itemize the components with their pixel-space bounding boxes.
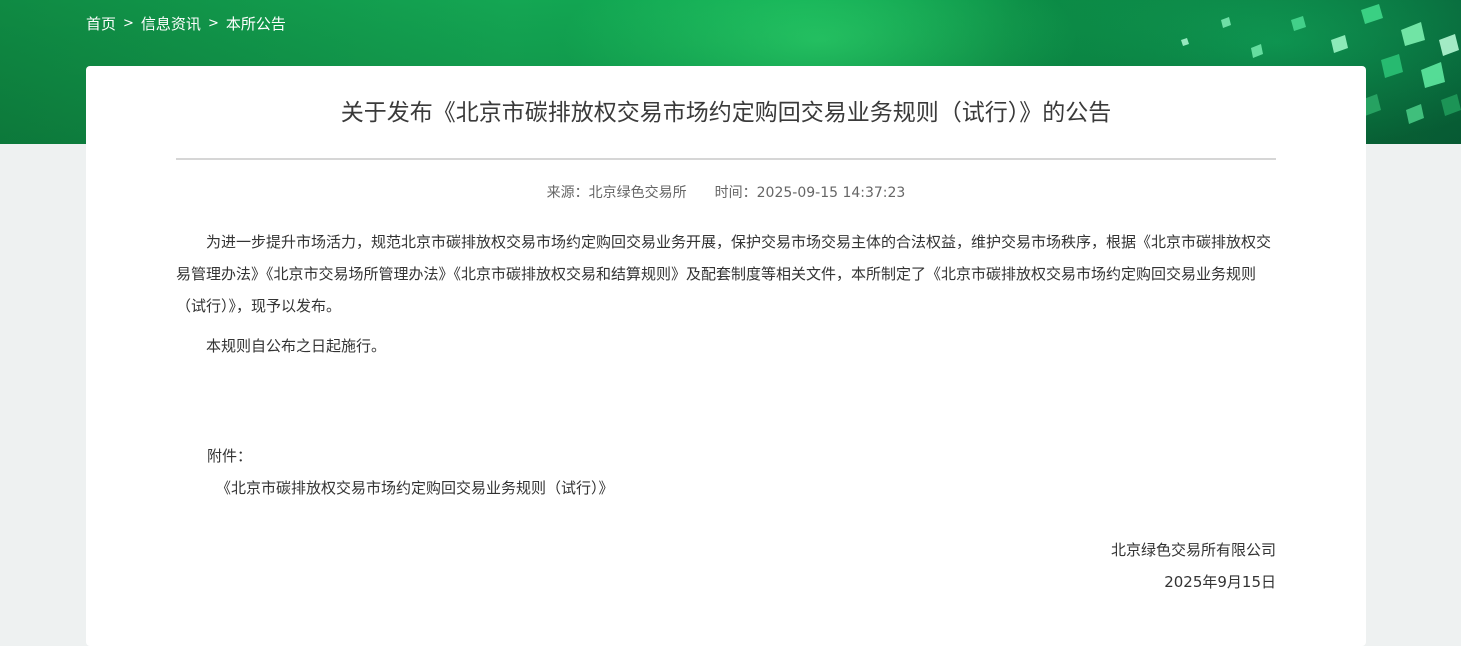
- breadcrumb-news-link[interactable]: 信息资讯: [141, 13, 201, 34]
- source-value: 北京绿色交易所: [588, 185, 687, 201]
- body-paragraph: 为进一步提升市场活力，规范北京市碳排放权交易市场约定购回交易业务开展，保护交易市…: [176, 233, 1272, 315]
- title-divider: [176, 158, 1276, 160]
- article-body: 为进一步提升市场活力，规范北京市碳排放权交易市场约定购回交易业务开展，保护交易市…: [176, 226, 1276, 370]
- article-meta: 来源：北京绿色交易所 时间：2025-09-15 14:37:23: [86, 182, 1366, 202]
- breadcrumb-current: 本所公告: [225, 14, 286, 33]
- breadcrumb-home-link[interactable]: 首页: [86, 13, 116, 34]
- signature-org: 北京绿色交易所有限公司: [1110, 541, 1276, 559]
- attachment-label: 附件：: [207, 447, 253, 465]
- attachment-section: 附件： 《北京市碳排放权交易市场约定购回交易业务规则（试行）》: [176, 440, 1276, 504]
- breadcrumb-separator: >: [123, 15, 134, 31]
- breadcrumb-separator: >: [207, 15, 219, 31]
- time-value: 2025-09-15 14:37:23: [756, 185, 906, 201]
- time-label: 时间：: [714, 185, 757, 201]
- signature-date: 2025年9月15日: [1164, 573, 1276, 591]
- article-card: 关于发布《北京市碳排放权交易市场约定购回交易业务规则（试行）》的公告 来源：北京…: [86, 66, 1366, 646]
- source-label: 来源：: [546, 185, 589, 201]
- body-paragraph: 本规则自公布之日起施行。: [206, 337, 387, 355]
- attachment-link[interactable]: 《北京市碳排放权交易市场约定购回交易业务规则（试行）》: [176, 479, 614, 497]
- signature-block: 北京绿色交易所有限公司 2025年9月15日: [1111, 534, 1276, 598]
- breadcrumb: 首页 > 信息资讯 > 本所公告: [86, 12, 286, 34]
- article-title: 关于发布《北京市碳排放权交易市场约定购回交易业务规则（试行）》的公告: [340, 100, 1112, 126]
